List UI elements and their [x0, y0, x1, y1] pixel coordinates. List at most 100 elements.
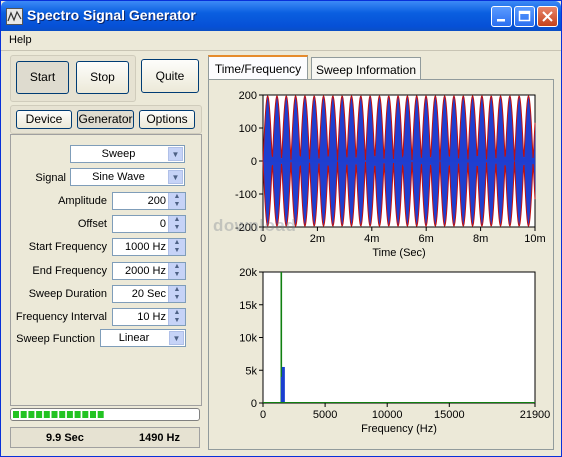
start-frequency-field[interactable]: 1000 Hz ▲ ▼	[112, 238, 186, 256]
time-x-tick-label: 2m	[310, 233, 325, 245]
window-title: Spectro Signal Generator	[27, 7, 196, 23]
status-bar: 9.9 Sec 1490 Hz	[10, 427, 200, 448]
time-y-tick-label: 100	[239, 123, 257, 135]
progress-segment	[97, 411, 104, 418]
chevron-down-icon: ▼	[168, 147, 183, 161]
mode-value: Sweep	[101, 148, 136, 160]
freq-y-tick-label: 20k	[239, 267, 257, 279]
progress-segment	[20, 411, 27, 418]
sweep-function-label: Sweep Function	[16, 333, 95, 345]
start-button[interactable]: Start	[16, 61, 69, 94]
amplitude-field[interactable]: 200 ▲ ▼	[112, 192, 186, 210]
close-button[interactable]	[537, 6, 558, 27]
spinner[interactable]: ▲ ▼	[168, 286, 185, 302]
spin-down-icon[interactable]: ▼	[169, 201, 185, 209]
tab-sweep-information[interactable]: Sweep Information	[311, 57, 421, 79]
frequency-interval-field[interactable]: 10 Hz ▲ ▼	[112, 308, 186, 326]
spin-up-icon[interactable]: ▲	[169, 216, 185, 224]
spin-down-icon[interactable]: ▼	[169, 271, 185, 279]
minimize-button[interactable]	[491, 6, 512, 27]
options-tab[interactable]: Options	[139, 110, 195, 129]
chevron-down-icon: ▼	[169, 331, 184, 345]
progress-segment	[36, 411, 43, 418]
signal-label: Signal	[35, 172, 66, 184]
spinner[interactable]: ▲ ▼	[168, 263, 185, 279]
plot-tabs: 200 100 0 -100 -200 0 2m 4m 6m 8m 10m Time (Sec) 20k…	[208, 55, 554, 450]
spin-up-icon[interactable]: ▲	[169, 309, 185, 317]
freq-plot-area	[262, 271, 536, 404]
sweep-function-select[interactable]: Linear ▼	[100, 329, 186, 347]
spin-down-icon[interactable]: ▼	[169, 317, 185, 325]
progress-bar	[10, 408, 200, 421]
progress-segment	[13, 411, 19, 418]
time-y-tick-label: 0	[251, 156, 257, 168]
spin-up-icon[interactable]: ▲	[169, 263, 185, 271]
watermark: download	[213, 216, 297, 235]
spin-up-icon[interactable]: ▲	[169, 286, 185, 294]
freq-x-tick-label: 21900	[520, 409, 551, 421]
mode-select[interactable]: Sweep ▼	[70, 145, 185, 163]
close-icon	[542, 11, 553, 22]
amplitude-label: Amplitude	[58, 195, 107, 207]
spinner[interactable]: ▲ ▼	[168, 193, 185, 209]
spin-up-icon[interactable]: ▲	[169, 239, 185, 247]
time-y-tick-label: 200	[239, 90, 257, 102]
tab-time-frequency[interactable]: Time/Frequency	[208, 55, 308, 79]
progress-segment	[66, 411, 73, 418]
sweep-function-value: Linear	[118, 332, 150, 344]
time-x-tick-label: 10m	[524, 233, 545, 245]
maximize-button[interactable]	[514, 6, 535, 27]
generator-tab[interactable]: Generator	[77, 110, 134, 129]
title-bar[interactable]: Spectro Signal Generator	[1, 1, 561, 31]
progress-segment	[59, 411, 66, 418]
status-time: 9.9 Sec	[46, 432, 84, 444]
frequency-interval-value: 10 Hz	[137, 311, 166, 323]
quite-button[interactable]: Quite	[141, 59, 199, 93]
spinner[interactable]: ▲ ▼	[168, 239, 185, 255]
sweep-duration-field[interactable]: 20 Sec ▲ ▼	[112, 285, 186, 303]
menu-bar: Help	[1, 31, 561, 51]
freq-y-tick-label: 10k	[239, 333, 257, 345]
stop-button[interactable]: Stop	[76, 61, 129, 94]
time-frequency-panel: 200 100 0 -100 -200 0 2m 4m 6m 8m 10m Time (Sec) 20k…	[208, 79, 554, 450]
amplitude-value: 200	[147, 195, 166, 207]
progress-segment	[90, 411, 96, 418]
freq-peak	[280, 376, 284, 403]
minimize-icon	[497, 19, 505, 22]
spin-down-icon[interactable]: ▼	[169, 247, 185, 255]
end-frequency-value: 2000 Hz	[125, 265, 166, 277]
freq-y-tick-label: 0	[251, 398, 257, 410]
time-x-tick-label: 6m	[419, 233, 434, 245]
freq-x-tick-label: 10000	[372, 409, 403, 421]
signal-select[interactable]: Sine Wave ▼	[70, 168, 185, 186]
offset-value: 0	[159, 218, 166, 230]
freq-x-axis-label: Frequency (Hz)	[361, 423, 437, 435]
time-x-tick-label: 4m	[364, 233, 379, 245]
app-window: Spectro Signal Generator Help Start Stop…	[0, 0, 562, 457]
menu-help[interactable]: Help	[9, 34, 32, 46]
freq-y-tick-label: 5k	[245, 365, 257, 377]
spin-up-icon[interactable]: ▲	[169, 193, 185, 201]
spin-down-icon[interactable]: ▼	[169, 224, 185, 232]
progress-segment	[51, 411, 58, 418]
sweep-duration-label: Sweep Duration	[28, 288, 107, 300]
spinner[interactable]: ▲ ▼	[168, 216, 185, 232]
device-tab[interactable]: Device	[16, 110, 72, 129]
freq-x-tick-label: 15000	[434, 409, 465, 421]
maximize-icon	[518, 10, 531, 22]
offset-field[interactable]: 0 ▲ ▼	[112, 215, 186, 233]
plots-svg: 2001000-100-2000 2m 4m 6m 8m 10mTime (Sec)20k…	[235, 90, 551, 435]
end-frequency-field[interactable]: 2000 Hz ▲ ▼	[112, 262, 186, 280]
spinner[interactable]: ▲ ▼	[168, 309, 185, 325]
generator-panel: Sweep ▼ Signal Sine Wave ▼ Amplitude 200…	[10, 134, 202, 406]
app-icon	[6, 8, 23, 25]
spin-down-icon[interactable]: ▼	[169, 294, 185, 302]
frequency-interval-label: Frequency Interval	[15, 311, 107, 323]
time-x-tick-label: 8m	[473, 233, 488, 245]
progress-segment	[43, 411, 50, 418]
start-frequency-label: Start Frequency	[28, 241, 107, 253]
progress-segment	[74, 411, 81, 418]
signal-value: Sine Wave	[92, 171, 145, 183]
time-x-axis-label: Time (Sec)	[372, 247, 425, 259]
end-frequency-label: End Frequency	[32, 265, 107, 277]
